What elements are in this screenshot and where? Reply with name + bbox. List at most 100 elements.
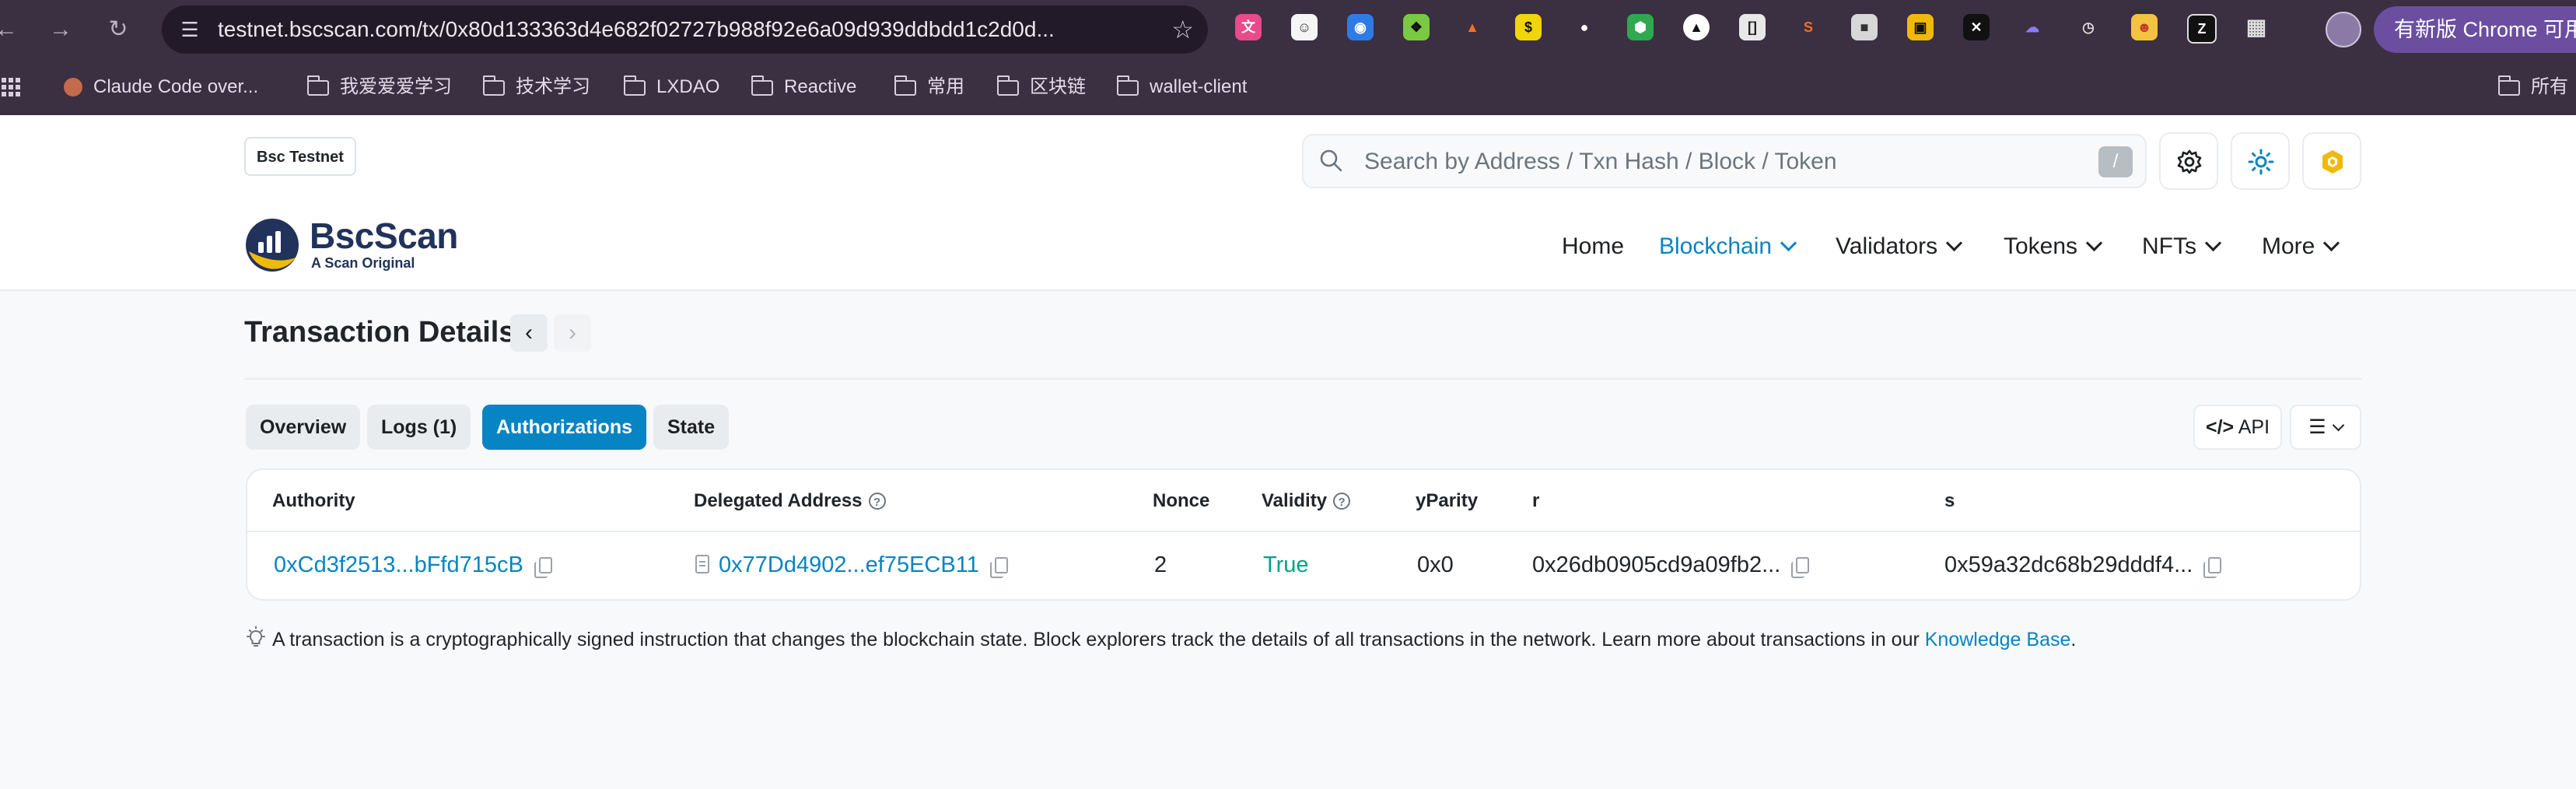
bookmark-folder[interactable]: Reactive xyxy=(751,59,856,115)
clock-extension-icon[interactable]: ◷ xyxy=(2075,14,2102,40)
metamask-icon[interactable]: ▲ xyxy=(1459,14,1486,40)
tab-state[interactable]: State xyxy=(653,405,730,450)
nav-more[interactable]: More xyxy=(2262,204,2340,289)
s-extension-icon[interactable]: S xyxy=(1795,14,1822,40)
chevron-left-icon: ‹ xyxy=(525,320,533,345)
delegated-address[interactable]: 0x77Dd4902...ef75ECB11 xyxy=(695,552,1008,578)
bookmark-folder[interactable]: LXDAO xyxy=(623,59,719,115)
address-bar[interactable]: ☰ testnet.bscscan.com/tx/0x80d133363d4e6… xyxy=(162,5,1208,54)
validity-value: True xyxy=(1263,552,1309,577)
bookmark-folder[interactable]: 我爱爱爱学习 xyxy=(306,59,452,115)
bookmark-folder[interactable]: wallet-client xyxy=(1116,59,1247,115)
search-input[interactable] xyxy=(1363,135,2066,188)
copy-icon[interactable] xyxy=(989,557,1008,578)
bracket-extension-icon[interactable]: [] xyxy=(1739,14,1766,40)
nav-nfts[interactable]: NFTs xyxy=(2142,204,2222,289)
update-chrome-button[interactable]: 有新版 Chrome 可用 xyxy=(2374,6,2576,53)
forward-arrow-icon[interactable]: → xyxy=(47,16,75,44)
wallet-extension-icon[interactable]: ▣ xyxy=(1907,14,1934,40)
site-settings-icon[interactable]: ☰ xyxy=(177,17,202,42)
folder-icon xyxy=(2497,75,2520,96)
bscscan-logo-icon[interactable] xyxy=(244,217,300,273)
profile-avatar[interactable] xyxy=(2326,12,2361,47)
copy-icon[interactable] xyxy=(1791,557,1810,578)
nav-home[interactable]: Home xyxy=(1562,204,1624,289)
column-header-s: s xyxy=(1944,490,1955,511)
network-badge[interactable]: Bsc Testnet xyxy=(244,137,356,176)
bookmark-folder[interactable]: 常用 xyxy=(894,59,964,115)
folder-icon xyxy=(482,75,505,96)
view-options-button[interactable]: ☰ xyxy=(2290,405,2361,450)
tab-authorizations[interactable]: Authorizations xyxy=(482,405,646,450)
avatar-extension-icon[interactable]: ☺ xyxy=(1291,14,1318,40)
grid-extension-icon[interactable]: ❖ xyxy=(1403,14,1430,40)
knowledge-base-link[interactable]: Knowledge Base xyxy=(1925,629,2071,650)
folder-icon xyxy=(751,75,773,96)
help-icon[interactable]: ? xyxy=(868,493,886,510)
table-header-divider xyxy=(247,531,2360,532)
chevron-down-icon xyxy=(1780,234,1797,252)
title-divider xyxy=(244,378,2361,380)
bookmark-folder[interactable]: 技术学习 xyxy=(482,59,590,115)
authorizations-table: Authority Delegated Address? Nonce Valid… xyxy=(246,468,2361,601)
back-arrow-icon[interactable]: ← xyxy=(0,16,20,44)
copy-icon[interactable] xyxy=(2203,557,2222,578)
main-navbar: BscScan A Scan Original Home Blockchain … xyxy=(0,204,2576,291)
ghost-extension-icon[interactable]: ☁ xyxy=(2019,14,2046,40)
x-extension-icon[interactable]: ✕ xyxy=(1963,14,1990,40)
apps-grid-icon[interactable] xyxy=(2,78,20,96)
folder-icon xyxy=(306,75,329,96)
search-shortcut-key: / xyxy=(2098,146,2133,177)
tab-logs[interactable]: Logs (1) xyxy=(367,405,471,450)
previous-tx-button[interactable]: ‹ xyxy=(510,314,548,352)
column-header-validity: Validity? xyxy=(1262,490,1351,512)
bookmark-star-icon[interactable]: ☆ xyxy=(1171,16,1194,43)
tab-overview[interactable]: Overview xyxy=(246,405,361,450)
nav-validators[interactable]: Validators xyxy=(1836,204,1963,289)
r-value: 0x26db0905cd9a09fb2... xyxy=(1532,552,1810,578)
next-tx-button[interactable]: › xyxy=(554,314,591,352)
shield-extension-icon[interactable]: ■ xyxy=(1851,14,1878,40)
folder-icon xyxy=(894,75,916,96)
bee-extension-icon[interactable]: ☻ xyxy=(2131,14,2158,40)
search-box[interactable]: / xyxy=(1302,134,2147,188)
puzzle-icon[interactable]: ▦ xyxy=(2243,14,2270,40)
help-icon[interactable]: ? xyxy=(1333,493,1351,510)
api-button[interactable]: </> API xyxy=(2193,405,2282,450)
chevron-down-icon xyxy=(1946,234,1963,252)
bookmark-folder[interactable]: 区块链 xyxy=(996,59,1086,115)
info-footnote: A transaction is a cryptographically sig… xyxy=(244,626,2076,651)
bookmark-folder[interactable]: 所有 xyxy=(2497,59,2568,115)
search-icon xyxy=(1320,149,1342,172)
hex-extension-icon[interactable]: ⬢ xyxy=(1627,14,1654,40)
triangle-extension-icon[interactable]: ▲ xyxy=(1683,14,1710,40)
brand-name[interactable]: BscScan xyxy=(310,215,458,257)
settings-button[interactable] xyxy=(2159,132,2218,190)
copy-icon[interactable] xyxy=(534,557,552,578)
theme-toggle-button[interactable] xyxy=(2231,132,2290,190)
folder-icon xyxy=(623,75,646,96)
column-header-nonce: Nonce xyxy=(1153,490,1210,511)
speech-extension-icon[interactable]: ● xyxy=(1571,14,1598,40)
z-extension-icon[interactable]: Z xyxy=(2187,14,2217,44)
chevron-down-icon xyxy=(2332,419,2344,432)
chevron-right-icon: › xyxy=(569,320,576,345)
url-text[interactable]: testnet.bscscan.com/tx/0x80d133363d4e682… xyxy=(218,5,1136,54)
chat-extension-icon[interactable]: ◉ xyxy=(1347,14,1374,40)
nonce-value: 2 xyxy=(1154,552,1167,577)
authority-address[interactable]: 0xCd3f2513...bFfd715cB xyxy=(274,552,552,578)
site-topbar: Bsc Testnet / xyxy=(0,115,2576,205)
chain-switch-button[interactable] xyxy=(2302,132,2361,190)
translate-extension-icon[interactable]: 文 xyxy=(1235,14,1262,40)
column-header-authority: Authority xyxy=(272,490,355,511)
column-header-r: r xyxy=(1532,490,1540,511)
gear-icon xyxy=(2177,149,2202,174)
page-title: Transaction Details xyxy=(244,316,516,349)
reload-icon[interactable]: ↻ xyxy=(104,16,132,44)
dollar-extension-icon[interactable]: $ xyxy=(1515,14,1542,40)
s-value: 0x59a32dc68b29dddf4... xyxy=(1944,552,2222,578)
nav-tokens[interactable]: Tokens xyxy=(2004,204,2103,289)
nav-blockchain[interactable]: Blockchain xyxy=(1659,204,1797,289)
lightbulb-icon xyxy=(247,626,265,647)
bookmark-claude-code[interactable]: Claude Code over... xyxy=(64,59,258,115)
